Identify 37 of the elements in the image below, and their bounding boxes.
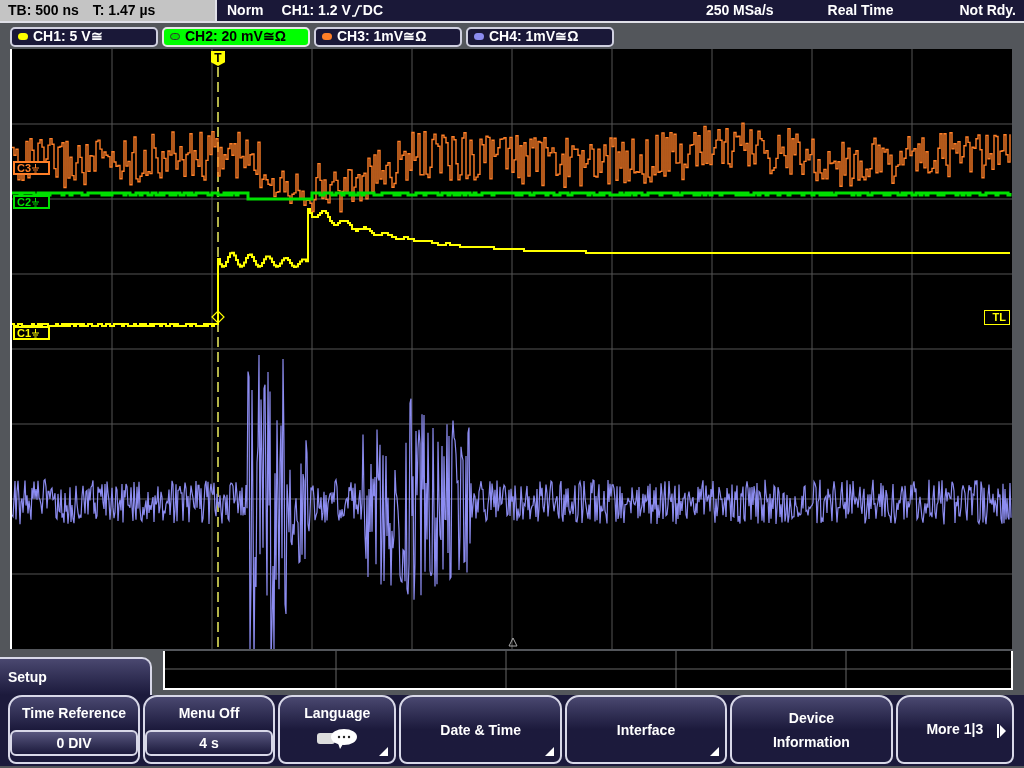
channel-tab[interactable]: CH4: 1mV≅Ω — [466, 26, 614, 47]
softkey-label: Time Reference — [22, 704, 126, 723]
channel-marker: C1 — [13, 326, 51, 340]
channel-tab[interactable]: CH3: 1mV≅Ω — [314, 26, 462, 47]
menu-softkey[interactable]: Time Reference 0 DIV — [8, 695, 140, 764]
ground-icon — [32, 328, 40, 338]
sample-rate-text: 250 MSa/s — [705, 1, 774, 20]
ground-icon — [32, 163, 40, 173]
trigger-coupling-text: DC — [362, 1, 384, 20]
channel-marker: C3 — [13, 161, 51, 175]
channel-tab[interactable]: CH2: 20 mV≅Ω — [162, 26, 310, 47]
rising-edge-icon — [351, 4, 362, 17]
status-text: Not Rdy. — [959, 1, 1016, 20]
language-button[interactable]: Language — [278, 695, 397, 764]
acquisition-mode-text: Real Time — [827, 1, 894, 20]
speech-bubbles-icon — [316, 728, 359, 750]
more-button[interactable]: More 1|3 — [895, 695, 1015, 764]
trigger-level-text: CH1: 1.2 V — [281, 1, 351, 20]
menu-title: Setup — [8, 667, 47, 687]
softkey-label: Menu Off — [178, 704, 240, 723]
trigger-time-text: T: 1.47 µs — [92, 1, 156, 20]
center-marker-icon — [508, 637, 518, 647]
value-field[interactable]: 0 DIV — [10, 730, 138, 756]
timebase-text: TB: 500 ns — [8, 1, 79, 20]
channel-tab[interactable]: CH1: 5 V≅ — [10, 26, 158, 47]
menu-softkey[interactable]: Device Information — [730, 695, 893, 764]
menu-softkey[interactable]: Date & Time — [399, 695, 562, 764]
trigger-level-marker: TL — [983, 310, 1010, 325]
right-arrow-icon — [997, 724, 1007, 738]
menu-softkey[interactable]: Menu Off 4 s — [143, 695, 275, 764]
channel-marker: C2 — [13, 195, 51, 209]
ground-icon — [32, 197, 40, 207]
menu-softkey[interactable]: Interface — [564, 695, 728, 764]
trigger-mode-text: Norm — [227, 1, 264, 20]
value-field[interactable]: 4 s — [145, 730, 273, 756]
trigger-position-marker: T — [211, 51, 225, 66]
trigger-point-icon — [211, 310, 225, 324]
